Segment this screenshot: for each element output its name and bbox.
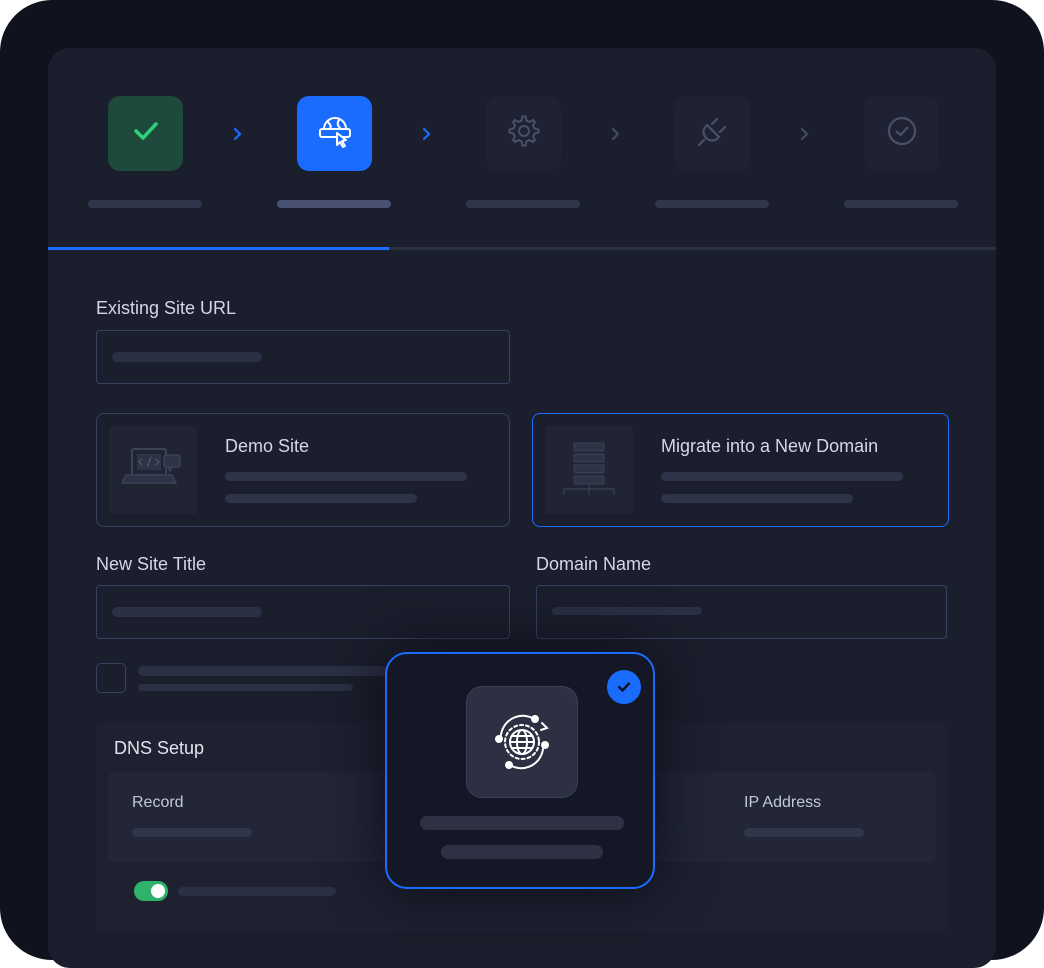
checkbox-label-placeholder bbox=[138, 666, 388, 676]
option-checkbox[interactable] bbox=[96, 663, 126, 693]
step-2-label-placeholder bbox=[277, 200, 391, 208]
plug-icon bbox=[695, 113, 731, 154]
chevron-right-icon bbox=[230, 124, 246, 144]
ip-address-value-placeholder bbox=[744, 828, 864, 837]
step-1-done[interactable] bbox=[108, 96, 183, 171]
selected-check-badge bbox=[607, 670, 641, 704]
toggle-knob bbox=[151, 884, 165, 898]
step-3[interactable] bbox=[486, 96, 561, 171]
input-placeholder bbox=[552, 607, 702, 615]
dns-setup-title: DNS Setup bbox=[114, 738, 205, 758]
chevron-right-icon bbox=[797, 124, 813, 144]
existing-site-url-input[interactable] bbox=[96, 330, 510, 384]
new-site-title-input[interactable] bbox=[96, 585, 510, 639]
domain-name-label: Domain Name bbox=[536, 554, 652, 574]
dns-toggle-switch[interactable] bbox=[134, 881, 168, 901]
checkbox-sublabel-placeholder bbox=[138, 684, 353, 691]
laptop-code-icon bbox=[109, 426, 197, 514]
existing-site-url-label: Existing Site URL bbox=[96, 298, 237, 318]
migrate-new-domain-option-card[interactable]: Migrate into a New Domain bbox=[532, 413, 949, 527]
step-2-active[interactable] bbox=[297, 96, 372, 171]
input-placeholder bbox=[112, 607, 262, 617]
demo-site-option-card[interactable]: Demo Site bbox=[96, 413, 510, 527]
server-stack-icon bbox=[545, 426, 633, 514]
chevron-right-icon bbox=[608, 124, 624, 144]
step-5-label-placeholder bbox=[844, 200, 958, 208]
card-description-line bbox=[225, 472, 467, 481]
demo-site-title: Demo Site bbox=[225, 436, 310, 456]
globe-sync-icon bbox=[466, 686, 578, 798]
globe-cursor-icon bbox=[316, 112, 354, 155]
domain-name-input[interactable] bbox=[536, 585, 947, 639]
overlay-subtitle-placeholder bbox=[441, 845, 603, 859]
step-1-label-placeholder bbox=[88, 200, 202, 208]
step-4-label-placeholder bbox=[655, 200, 769, 208]
step-3-label-placeholder bbox=[466, 200, 580, 208]
card-description-line bbox=[661, 494, 853, 503]
step-5[interactable] bbox=[864, 96, 939, 171]
migrate-new-domain-title: Migrate into a New Domain bbox=[661, 436, 879, 456]
column-header-ip-address: IP Address bbox=[744, 794, 822, 811]
wizard-progress-bar bbox=[48, 247, 996, 250]
step-4[interactable] bbox=[675, 96, 750, 171]
chevron-right-icon bbox=[419, 124, 435, 144]
checkmark-icon bbox=[617, 682, 631, 692]
card-description-line bbox=[661, 472, 903, 481]
card-description-line bbox=[225, 494, 417, 503]
toggle-label-placeholder bbox=[178, 887, 336, 896]
record-value-placeholder bbox=[132, 828, 252, 837]
new-site-title-label: New Site Title bbox=[96, 554, 207, 574]
input-placeholder bbox=[112, 352, 262, 362]
migration-overlay-card[interactable] bbox=[385, 652, 655, 889]
gear-icon bbox=[507, 114, 541, 153]
wizard-progress-fill bbox=[48, 247, 390, 250]
column-header-record: Record bbox=[132, 794, 184, 811]
overlay-title-placeholder bbox=[420, 816, 624, 830]
check-circle-icon bbox=[885, 114, 919, 153]
checkmark-icon bbox=[130, 115, 162, 152]
